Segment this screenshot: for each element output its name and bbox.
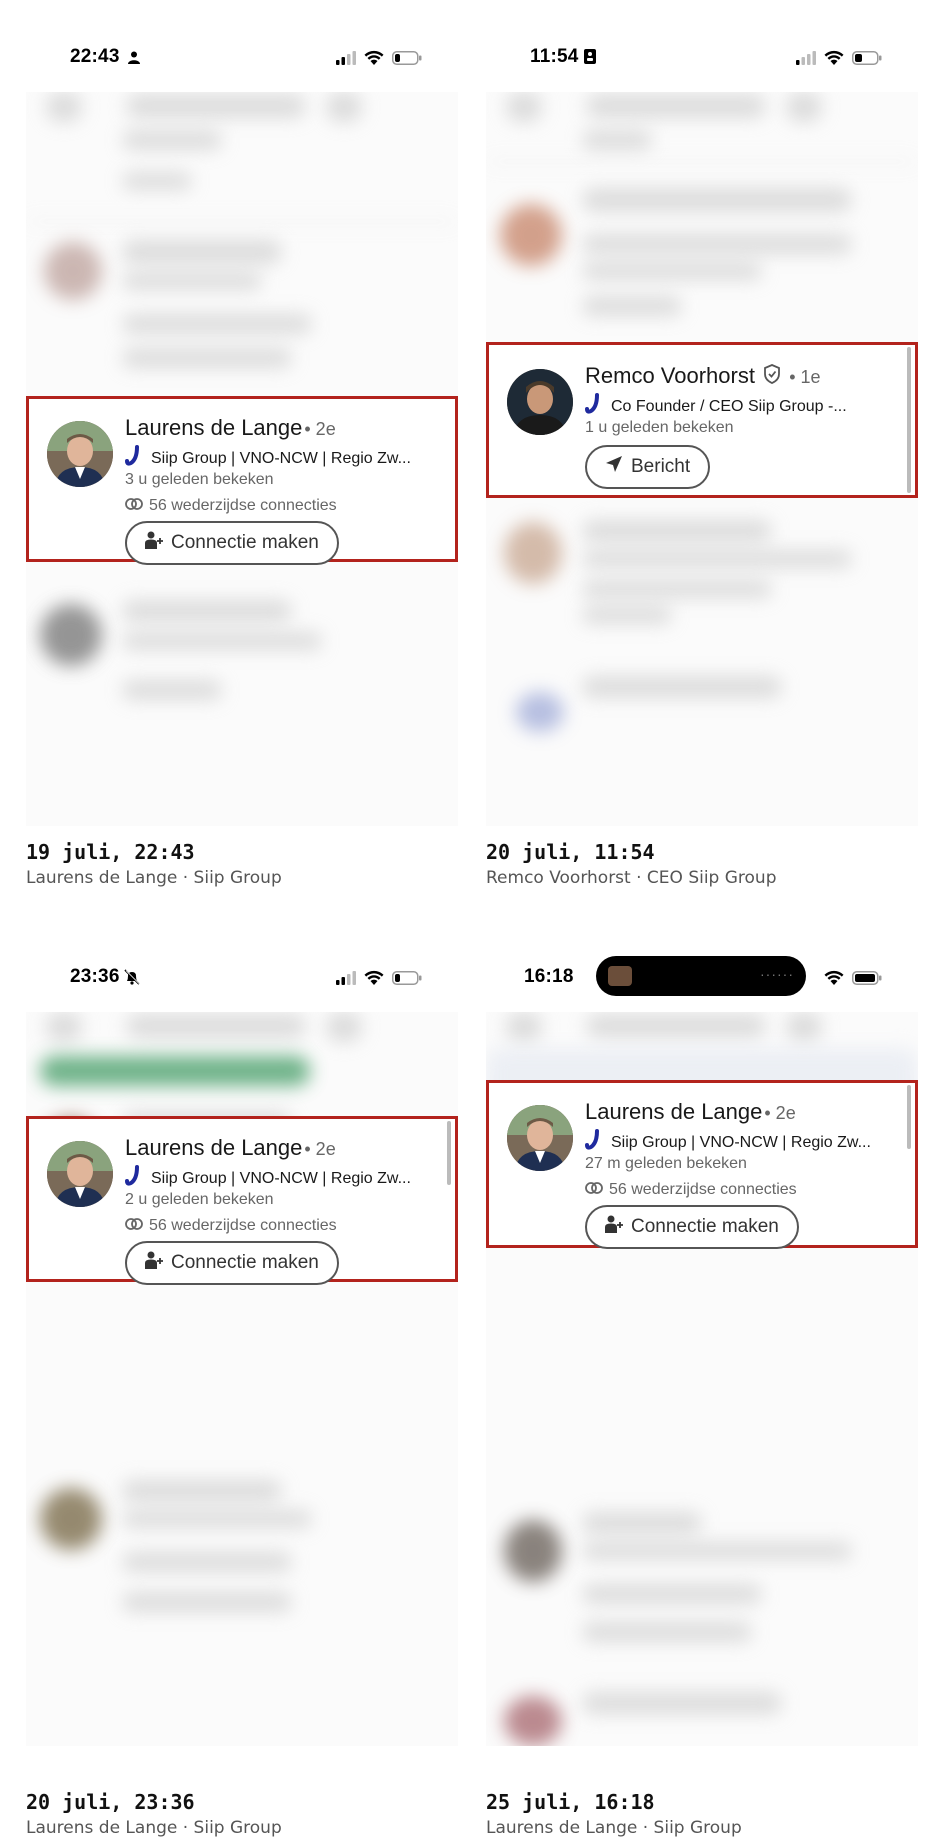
add-person-icon xyxy=(145,531,163,555)
screenshot-panel-4: 16:18 ······ Laurens de Lange • 2e Siip … xyxy=(486,920,918,1846)
status-icons xyxy=(824,970,882,990)
status-icons xyxy=(796,50,882,70)
profile-headline: Siip Group | VNO-NCW | Regio Zw... xyxy=(125,445,411,472)
media-thumbnail-icon xyxy=(608,966,632,986)
signal-icon xyxy=(796,50,816,70)
add-person-icon xyxy=(145,1251,163,1275)
scrollbar[interactable] xyxy=(447,1121,451,1185)
avatar[interactable] xyxy=(507,369,573,435)
avatar[interactable] xyxy=(507,1105,573,1171)
mutual-connections-icon xyxy=(125,1217,143,1235)
siip-logo-icon xyxy=(125,1165,143,1192)
wifi-icon xyxy=(364,970,384,990)
id-card-icon xyxy=(584,49,596,69)
caption-subtitle: Laurens de Lange · Siip Group xyxy=(26,1818,282,1838)
connection-degree: • 1e xyxy=(789,367,821,387)
person-icon xyxy=(128,51,140,69)
siip-logo-icon xyxy=(585,1129,603,1156)
signal-icon xyxy=(336,970,356,990)
wifi-icon xyxy=(364,50,384,70)
caption-subtitle: Remco Voorhorst · CEO Siip Group xyxy=(486,868,777,888)
status-time: 11:54 xyxy=(530,46,579,67)
status-icons xyxy=(336,970,422,990)
status-bar: 11:54 xyxy=(486,0,918,92)
verified-shield-icon xyxy=(763,364,781,390)
profile-name[interactable]: Remco Voorhorst • 1e xyxy=(585,363,821,390)
status-time: 16:18 xyxy=(524,966,574,987)
caption-subtitle: Laurens de Lange · Siip Group xyxy=(486,1818,742,1838)
mutual-connections[interactable]: 56 wederzijdse connecties xyxy=(125,497,337,515)
audio-wave-icon: ······ xyxy=(760,966,794,982)
wifi-icon xyxy=(824,970,844,990)
screenshot-panel-1: 22:43 Laurens de Lange • 2e Siip Group |… xyxy=(26,0,458,925)
profile-headline: Siip Group | VNO-NCW | Regio Zw... xyxy=(125,1165,411,1192)
scrollbar[interactable] xyxy=(907,1085,911,1149)
viewed-time: 3 u geleden bekeken xyxy=(125,471,274,488)
profile-name[interactable]: Laurens de Lange • 2e xyxy=(125,1135,336,1161)
status-icons xyxy=(336,50,422,70)
siip-logo-icon xyxy=(585,393,603,420)
message-button[interactable]: Bericht xyxy=(585,445,711,489)
profile-name[interactable]: Laurens de Lange • 2e xyxy=(125,415,336,441)
battery-icon xyxy=(392,970,422,990)
status-bar: 23:36 xyxy=(26,920,458,1012)
status-bar: 22:43 xyxy=(26,0,458,92)
battery-icon xyxy=(852,50,882,70)
mutual-connections-icon xyxy=(585,1181,603,1199)
caption-date: 25 juli, 16:18 xyxy=(486,1790,655,1814)
highlighted-profile-card[interactable]: Remco Voorhorst • 1e Co Founder / CEO Si… xyxy=(486,342,918,498)
viewed-time: 2 u geleden bekeken xyxy=(125,1191,274,1208)
send-icon xyxy=(605,455,623,479)
battery-icon xyxy=(852,970,882,990)
status-bar: 16:18 ······ xyxy=(486,920,918,1012)
connect-button[interactable]: Connectie maken xyxy=(585,1205,799,1249)
highlighted-profile-card[interactable]: Laurens de Lange • 2e Siip Group | VNO-NC… xyxy=(26,396,458,565)
profile-name[interactable]: Laurens de Lange • 2e xyxy=(585,1099,796,1125)
caption-date: 20 juli, 11:54 xyxy=(486,840,655,864)
status-time: 23:36 xyxy=(70,966,120,987)
caption-subtitle: Laurens de Lange · Siip Group xyxy=(26,868,282,888)
status-time: 22:43 xyxy=(70,46,120,67)
add-person-icon xyxy=(605,1215,623,1239)
bell-muted-icon xyxy=(124,969,140,990)
connection-degree: • 2e xyxy=(304,419,336,439)
phone-screen: 23:36 Laurens de Lange • 2e Siip Group |… xyxy=(26,920,458,1746)
connect-button[interactable]: Connectie maken xyxy=(125,521,339,565)
mutual-connections[interactable]: 56 wederzijdse connecties xyxy=(125,1217,337,1235)
phone-screen: 22:43 Laurens de Lange • 2e Siip Group |… xyxy=(26,0,458,826)
viewed-time: 27 m geleden bekeken xyxy=(585,1155,747,1172)
mutual-connections[interactable]: 56 wederzijdse connecties xyxy=(585,1181,797,1199)
scrollbar[interactable] xyxy=(907,347,911,493)
screenshot-panel-2: 11:54 Remco Voorhorst • 1e Co Founder / … xyxy=(486,0,918,925)
dynamic-island[interactable]: ······ xyxy=(596,956,806,996)
wifi-icon xyxy=(824,50,844,70)
avatar[interactable] xyxy=(47,1141,113,1207)
siip-logo-icon xyxy=(125,445,143,472)
highlighted-profile-card[interactable]: Laurens de Lange • 2e Siip Group | VNO-NC… xyxy=(26,1116,458,1285)
caption-date: 20 juli, 23:36 xyxy=(26,1790,195,1814)
highlighted-profile-card[interactable]: Laurens de Lange • 2e Siip Group | VNO-NC… xyxy=(486,1080,918,1249)
caption-date: 19 juli, 22:43 xyxy=(26,840,195,864)
screenshot-panel-3: 23:36 Laurens de Lange • 2e Siip Group |… xyxy=(26,920,458,1846)
profile-headline: Siip Group | VNO-NCW | Regio Zw... xyxy=(585,1129,871,1156)
connection-degree: • 2e xyxy=(764,1103,796,1123)
phone-screen: 16:18 ······ Laurens de Lange • 2e Siip … xyxy=(486,920,918,1746)
signal-icon xyxy=(336,50,356,70)
avatar[interactable] xyxy=(47,421,113,487)
viewed-time: 1 u geleden bekeken xyxy=(585,419,734,436)
connect-button[interactable]: Connectie maken xyxy=(125,1241,339,1285)
profile-headline: Co Founder / CEO Siip Group -... xyxy=(585,393,847,420)
phone-screen: 11:54 Remco Voorhorst • 1e Co Founder / … xyxy=(486,0,918,826)
connection-degree: • 2e xyxy=(304,1139,336,1159)
battery-icon xyxy=(392,50,422,70)
mutual-connections-icon xyxy=(125,497,143,515)
